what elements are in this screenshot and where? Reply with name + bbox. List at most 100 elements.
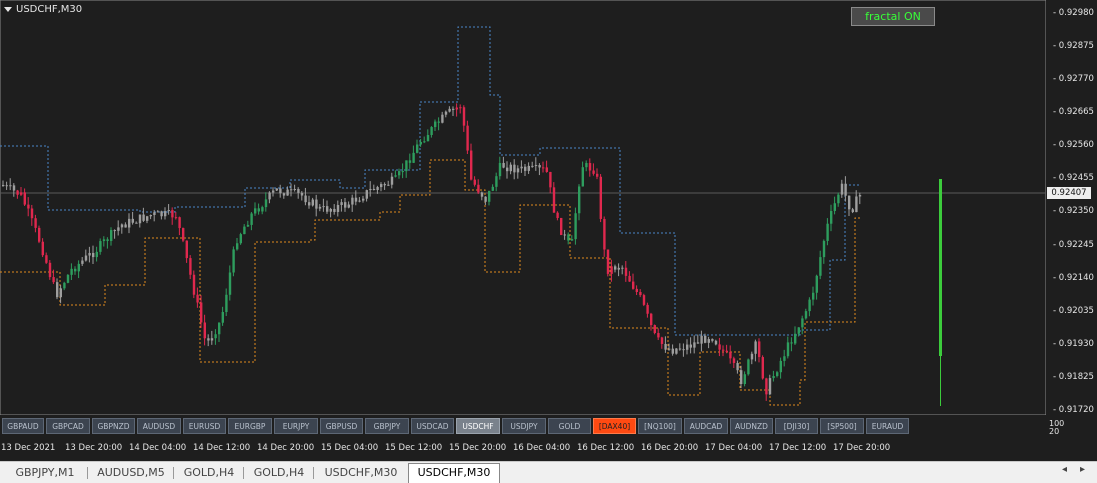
symbol-button[interactable]: AUDCAD	[684, 418, 728, 434]
candle-body	[804, 311, 808, 319]
symbol-button[interactable]: [DAX40]	[593, 418, 636, 434]
chart-tabs-bar: ◂ ▸ GBPJPY,M1 AUDUSD,M5 GOLD,H4 GOLD,H4 USDC…	[0, 461, 1097, 483]
candle-body	[578, 186, 581, 214]
candle-body	[495, 176, 498, 187]
candle-body	[225, 294, 228, 313]
symbol-button[interactable]: GBPNZD	[92, 418, 135, 434]
candle-body	[160, 211, 163, 217]
time-axis[interactable]: 13 Dec 2021 13 Dec 20:00 14 Dec 04:00 14 De…	[0, 437, 1046, 461]
candle-body	[466, 125, 469, 151]
candle-body	[794, 333, 797, 344]
symbol-button[interactable]: GOLD	[548, 418, 591, 434]
symbol-button[interactable]: GBPCAD	[46, 418, 90, 434]
chart-tab[interactable]: USDCHF,M30	[408, 463, 500, 483]
candle-body	[689, 344, 692, 348]
candle-body	[311, 199, 314, 206]
candle-body	[768, 378, 772, 395]
candle-body	[282, 193, 286, 196]
candle-body	[722, 349, 725, 351]
candle-body	[84, 255, 88, 261]
symbol-button[interactable]: EURGBP	[228, 418, 272, 434]
time-label: 14 Dec 04:00	[129, 443, 187, 453]
symbol-button[interactable]: USDCAD	[411, 418, 454, 434]
symbol-button[interactable]: EURUSD	[183, 418, 226, 434]
chart-tab[interactable]: GOLD,H4	[174, 464, 244, 482]
candle-body	[797, 327, 800, 334]
candle-body	[106, 239, 109, 241]
candle-body	[765, 378, 768, 395]
dropdown-triangle-icon[interactable]	[4, 7, 12, 12]
candle-body	[304, 195, 307, 203]
candle-body	[99, 241, 102, 252]
candle-body	[167, 210, 170, 212]
candle-body	[448, 108, 451, 112]
symbol-button[interactable]: GBPJPY	[365, 418, 409, 434]
candle-body	[524, 166, 527, 171]
symbol-button[interactable]: GBPAUD	[2, 418, 44, 434]
candle-body	[491, 186, 494, 191]
candle-body	[567, 234, 570, 241]
candle-body	[520, 166, 523, 169]
chart-canvas[interactable]	[0, 0, 1046, 415]
candle-body	[480, 192, 484, 197]
sub-window-axis: 100 20	[1049, 420, 1064, 436]
price-chart[interactable]: USDCHF,M30 fractal ON	[0, 0, 1097, 415]
symbol-button[interactable]: EURJPY	[274, 418, 318, 434]
candle-body	[336, 204, 340, 212]
chart-tab[interactable]: AUDUSD,M5	[88, 464, 174, 482]
candle-body	[610, 266, 613, 274]
candle-body	[484, 196, 487, 202]
scroll-left-icon[interactable]: ◂	[1062, 464, 1067, 475]
candle-body	[286, 189, 289, 196]
candle-body	[430, 127, 433, 136]
candle-body	[383, 184, 386, 186]
scroll-right-icon[interactable]: ▸	[1080, 464, 1085, 475]
candle-body	[426, 135, 430, 142]
candle-body	[822, 240, 826, 258]
symbol-button[interactable]: USDCHF	[456, 418, 500, 434]
time-label: 17 Dec 20:00	[833, 443, 891, 453]
candle-body	[200, 302, 203, 323]
candle-body	[390, 176, 394, 185]
candle-body	[837, 194, 840, 204]
candle-body	[588, 163, 592, 171]
candle-body	[214, 334, 217, 339]
candle-body	[477, 184, 480, 193]
candle-body	[434, 121, 437, 128]
chart-tab[interactable]: GBPJPY,M1	[2, 464, 88, 482]
candle-body	[308, 202, 311, 206]
candle-body	[632, 281, 635, 289]
chart-tab[interactable]: USDCHF,M30	[314, 464, 408, 482]
chart-title[interactable]: USDCHF,M30	[4, 4, 82, 15]
symbol-button[interactable]: GBPUSD	[320, 418, 363, 434]
candle-body	[196, 294, 199, 303]
candle-body	[596, 173, 599, 177]
candle-body	[606, 249, 610, 274]
time-label: 14 Dec 12:00	[193, 443, 251, 453]
candle-body	[668, 348, 671, 350]
candle-body	[844, 183, 847, 196]
candle-body	[398, 171, 401, 176]
candle-body	[840, 183, 844, 195]
symbol-button[interactable]: [SP500]	[820, 418, 864, 434]
candle-body	[329, 208, 332, 212]
chart-tab[interactable]: GOLD,H4	[244, 464, 314, 482]
symbol-button[interactable]: [DJI30]	[775, 418, 818, 434]
candle-body	[488, 190, 491, 202]
fractal-toggle-button[interactable]: fractal ON	[851, 7, 935, 26]
symbol-button[interactable]: AUDUSD	[137, 418, 181, 434]
candle-body	[714, 340, 718, 345]
price-axis[interactable]: - 0.92980 - 0.92875 - 0.92770 - 0.92665 - 0.…	[1046, 0, 1097, 415]
symbol-button[interactable]: AUDNZD	[730, 418, 773, 434]
symbol-button[interactable]: USDJPY	[502, 418, 546, 434]
time-label: 16 Dec 04:00	[513, 443, 571, 453]
price-tick: - 0.91720	[1053, 404, 1094, 415]
candle-body	[660, 337, 664, 344]
candle-body	[462, 107, 466, 126]
candle-body	[239, 234, 242, 244]
candle-body	[653, 325, 656, 334]
candle-body	[736, 363, 739, 371]
candle-body	[95, 251, 98, 258]
symbol-button[interactable]: [NQ100]	[638, 418, 682, 434]
symbol-button[interactable]: EURAUD	[866, 418, 909, 434]
